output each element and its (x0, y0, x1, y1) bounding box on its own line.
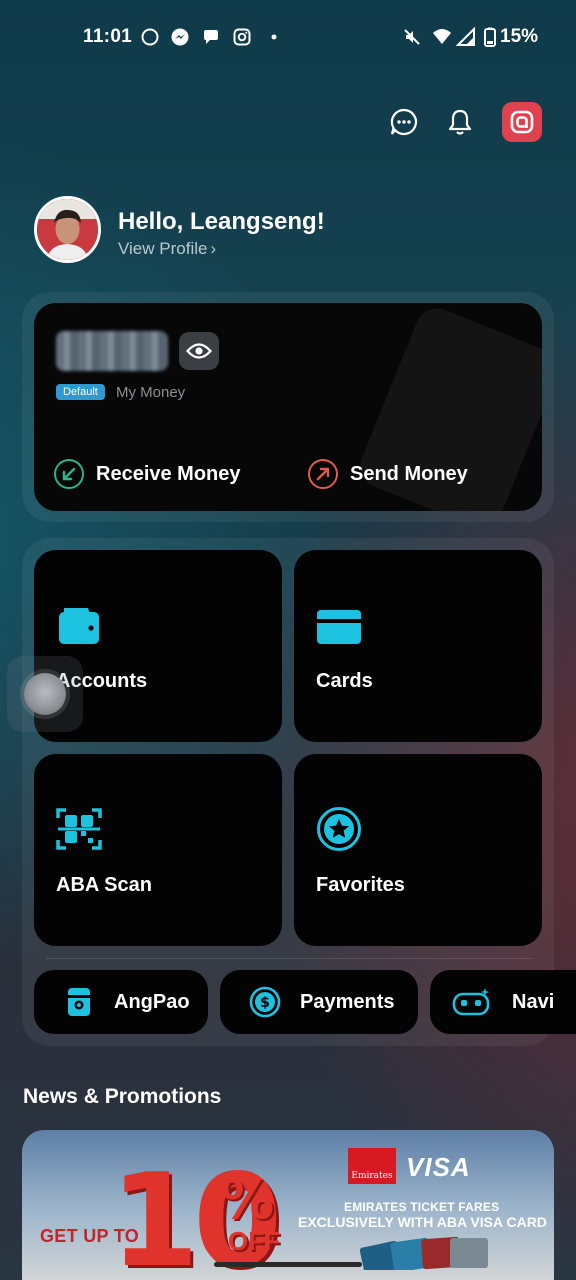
quick-action-payments[interactable]: $ Payments (220, 970, 418, 1034)
circle-icon (141, 28, 159, 46)
money-card[interactable]: Default My Money Receive Money Send Mone… (34, 303, 542, 511)
send-money-label: Send Money (350, 462, 468, 485)
qr-scan-icon (56, 808, 102, 850)
messenger-icon (171, 28, 189, 46)
star-icon (317, 807, 361, 851)
instagram-icon (233, 28, 251, 46)
account-name: My Money (116, 384, 186, 401)
home-indicator[interactable] (214, 1262, 362, 1267)
quick-action-navi[interactable]: Navi (430, 970, 576, 1034)
send-arrow-icon (308, 459, 338, 489)
eye-icon (186, 343, 212, 359)
chat-bubble-icon (204, 30, 218, 44)
svg-text:$: $ (260, 995, 270, 1011)
clock: 11:01 (83, 26, 133, 47)
receive-money-button[interactable]: Receive Money (54, 459, 241, 489)
robot-icon (452, 985, 490, 1019)
promo-line-2: EXCLUSIVELY WITH ABA VISA CARD (298, 1214, 547, 1230)
wallet-icon (59, 608, 99, 644)
chat-button[interactable] (384, 102, 424, 142)
card-stack-graphic (359, 1236, 488, 1270)
dollar-icon: $ (248, 985, 282, 1019)
tile-aba-scan[interactable]: ABA Scan (34, 754, 282, 946)
hidden-balance (56, 331, 168, 371)
signal-icon (456, 27, 475, 46)
tile-favorites-label: Favorites (316, 874, 405, 896)
tile-favorites[interactable]: Favorites (294, 754, 542, 946)
mute-icon (404, 29, 420, 45)
promo-line-1: EMIRATES TICKET FARES (344, 1200, 500, 1214)
aba-logo-icon (510, 110, 534, 134)
bell-icon (448, 109, 472, 135)
emirates-logo: Emirates (348, 1148, 396, 1184)
promo-off: OFF (228, 1226, 280, 1256)
battery-percentage: 15% (500, 26, 539, 47)
tile-cards[interactable]: Cards (294, 550, 542, 742)
view-profile-link[interactable]: View Profile › (118, 239, 216, 259)
tile-cards-label: Cards (316, 670, 373, 692)
quick-action-payments-label: Payments (300, 990, 395, 1013)
quick-action-navi-label: Navi (512, 990, 555, 1013)
toggle-balance-button[interactable] (179, 332, 219, 370)
chevron-right-icon: › (210, 239, 217, 258)
aba-logo-button[interactable] (502, 102, 542, 142)
tile-aba-scan-label: ABA Scan (56, 874, 152, 896)
status-bar: 11:01 15% (0, 0, 576, 72)
angpao-icon (62, 985, 96, 1019)
news-section-title: News & Promotions (23, 1085, 222, 1108)
notifications-button[interactable] (440, 102, 480, 142)
greeting: Hello, Leangseng! (118, 208, 325, 235)
dot-icon (271, 34, 277, 40)
send-money-button[interactable]: Send Money (308, 459, 468, 489)
promo-percent: % (220, 1168, 275, 1231)
quick-action-angpao-label: AngPao (114, 990, 190, 1013)
receive-money-label: Receive Money (96, 462, 241, 485)
receive-arrow-icon (54, 459, 84, 489)
view-profile-label: View Profile (118, 239, 208, 258)
assistive-touch-button[interactable] (24, 673, 66, 715)
card-icon (317, 610, 361, 644)
battery-icon (484, 27, 496, 47)
divider (46, 958, 532, 959)
default-badge: Default (56, 384, 105, 400)
wifi-icon (433, 29, 451, 44)
profile-photo (37, 199, 98, 260)
promo-banner[interactable]: GET UP TO 10 % OFF Emirates VISA EMIRATE… (22, 1130, 554, 1280)
visa-logo: VISA (406, 1152, 471, 1182)
avatar[interactable] (34, 196, 101, 263)
chat-icon (390, 108, 418, 136)
quick-action-angpao[interactable]: AngPao (34, 970, 208, 1034)
